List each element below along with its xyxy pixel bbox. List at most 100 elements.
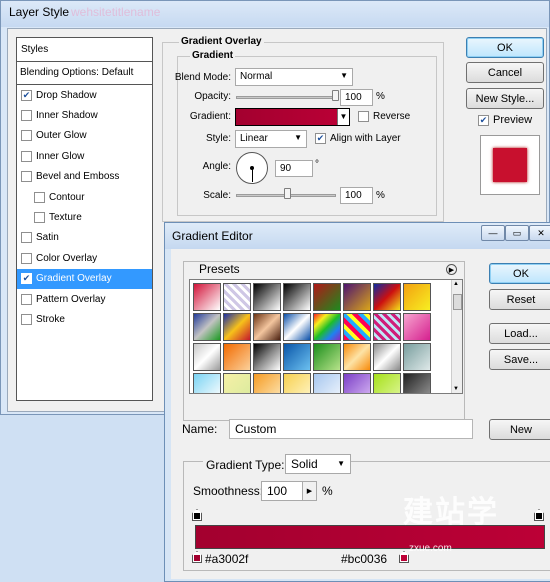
style-item[interactable]: Contour <box>17 187 152 207</box>
preset-swatch[interactable] <box>313 283 341 311</box>
style-item[interactable]: Satin <box>17 228 152 248</box>
preset-swatch[interactable] <box>223 283 251 311</box>
checkbox-icon[interactable] <box>21 150 32 162</box>
styles-header[interactable]: Styles <box>17 38 152 62</box>
name-input[interactable]: Custom <box>229 419 473 439</box>
style-item[interactable]: Inner Glow <box>17 146 152 166</box>
checkbox-icon[interactable] <box>21 171 32 183</box>
layer-style-titlebar[interactable]: Layer Style wehsitetitlename <box>1 1 549 27</box>
preset-swatch[interactable] <box>343 283 371 311</box>
checkbox-icon[interactable] <box>21 232 32 244</box>
preset-swatch[interactable] <box>313 343 341 371</box>
gradient-editor-titlebar[interactable]: Gradient Editor — ▭ ✕ <box>165 223 550 249</box>
opacity-slider-track[interactable] <box>236 96 336 99</box>
preset-swatch[interactable] <box>373 373 401 393</box>
ge-load-button[interactable]: Load... <box>489 323 550 344</box>
preset-swatch[interactable] <box>193 313 221 341</box>
checkbox-icon[interactable] <box>34 191 45 203</box>
ge-ok-button[interactable]: OK <box>489 263 550 284</box>
preset-swatch[interactable] <box>193 343 221 371</box>
preset-swatch[interactable] <box>403 313 431 341</box>
preset-swatch[interactable] <box>343 373 371 393</box>
preset-swatch[interactable] <box>253 283 281 311</box>
checkbox-icon[interactable] <box>34 212 45 224</box>
style-item[interactable]: Outer Glow <box>17 126 152 146</box>
checkbox-icon[interactable]: ✔ <box>21 273 32 285</box>
checkbox-icon[interactable] <box>21 110 32 122</box>
angle-input[interactable]: 90 <box>275 160 313 177</box>
angle-dial[interactable] <box>236 152 268 184</box>
preset-swatch[interactable] <box>373 343 401 371</box>
preset-swatch[interactable] <box>223 313 251 341</box>
ls-ok-button[interactable]: OK <box>466 37 544 58</box>
preset-swatch[interactable] <box>283 283 311 311</box>
preview-checkbox[interactable]: ✔ Preview <box>478 114 532 126</box>
gradient-picker[interactable]: ▼ <box>235 108 350 126</box>
checkbox-icon[interactable] <box>21 252 32 264</box>
style-item[interactable]: Bevel and Emboss <box>17 167 152 187</box>
style-item[interactable]: Color Overlay <box>17 248 152 268</box>
ge-new-button[interactable]: New <box>489 419 550 440</box>
chevron-down-icon[interactable]: ▼ <box>337 109 349 125</box>
preset-swatch[interactable] <box>343 313 371 341</box>
checkbox-icon[interactable] <box>21 313 32 325</box>
preset-swatch[interactable] <box>403 373 431 393</box>
preset-swatch[interactable] <box>283 343 311 371</box>
preset-swatch[interactable] <box>253 313 281 341</box>
checkbox-icon[interactable]: ✔ <box>21 89 32 101</box>
style-item[interactable]: Inner Shadow <box>17 105 152 125</box>
preset-swatch[interactable] <box>403 283 431 311</box>
preset-swatch[interactable] <box>403 343 431 371</box>
preset-swatch[interactable] <box>193 373 221 393</box>
ge-reset-button[interactable]: Reset <box>489 289 550 310</box>
style-item[interactable]: Texture <box>17 207 152 227</box>
chevron-right-icon[interactable]: ▶ <box>302 482 316 500</box>
blending-options-item[interactable]: Blending Options: Default <box>17 62 152 85</box>
style-item[interactable]: ✔ Drop Shadow <box>17 85 152 105</box>
preset-swatch[interactable] <box>223 343 251 371</box>
smoothness-input[interactable]: 100 ▶ <box>261 481 317 501</box>
presets-menu-icon[interactable]: ▶ <box>446 264 457 275</box>
preset-swatch[interactable] <box>193 283 221 311</box>
scroll-down-icon[interactable]: ▼ <box>453 386 459 392</box>
close-icon[interactable]: ✕ <box>529 225 550 241</box>
start-color-label: #a3002f <box>205 552 249 566</box>
checkbox-icon[interactable] <box>21 130 32 142</box>
ls-cancel-button[interactable]: Cancel <box>466 62 544 83</box>
preset-swatch[interactable] <box>313 373 341 393</box>
layer-style-title: Layer Style <box>9 5 70 19</box>
scale-slider-thumb[interactable] <box>284 188 291 199</box>
minimize-icon[interactable]: — <box>481 225 505 241</box>
preset-swatch[interactable] <box>343 343 371 371</box>
scale-input[interactable]: 100 <box>340 187 373 204</box>
presets-scroll-thumb[interactable] <box>453 294 462 310</box>
preset-swatch[interactable] <box>253 343 281 371</box>
new-style-button[interactable]: New Style... <box>466 88 544 109</box>
align-check-icon[interactable]: ✔ <box>315 133 326 144</box>
preset-swatch[interactable] <box>223 373 251 393</box>
style-item[interactable]: Stroke <box>17 309 152 329</box>
style-item[interactable]: ✔ Gradient Overlay <box>17 268 152 289</box>
maximize-icon[interactable]: ▭ <box>505 225 529 241</box>
preset-swatch[interactable] <box>373 313 401 341</box>
style-select[interactable]: Linear ▼ <box>235 130 307 148</box>
preset-swatch[interactable] <box>373 283 401 311</box>
style-item[interactable]: Pattern Overlay <box>17 289 152 309</box>
gradient-type-select[interactable]: Solid ▼ <box>285 454 351 474</box>
reverse-checkbox[interactable]: Reverse <box>358 111 410 122</box>
reverse-check-icon[interactable] <box>358 111 369 122</box>
preset-swatch[interactable] <box>283 313 311 341</box>
scroll-up-icon[interactable]: ▲ <box>453 281 459 287</box>
preset-swatch[interactable] <box>313 313 341 341</box>
align-with-layer-checkbox[interactable]: ✔ Align with Layer <box>315 133 401 144</box>
blend-mode-select[interactable]: Normal ▼ <box>235 68 353 86</box>
preview-check-icon[interactable]: ✔ <box>478 114 489 126</box>
presets-scrollbar[interactable]: ▲ ▼ <box>451 280 462 393</box>
opacity-stop-fill <box>536 513 542 519</box>
opacity-slider-thumb[interactable] <box>332 90 339 101</box>
opacity-input[interactable]: 100 <box>340 89 373 106</box>
preset-swatch[interactable] <box>283 373 311 393</box>
ge-save-button[interactable]: Save... <box>489 349 550 370</box>
preset-swatch[interactable] <box>253 373 281 393</box>
checkbox-icon[interactable] <box>21 293 32 305</box>
